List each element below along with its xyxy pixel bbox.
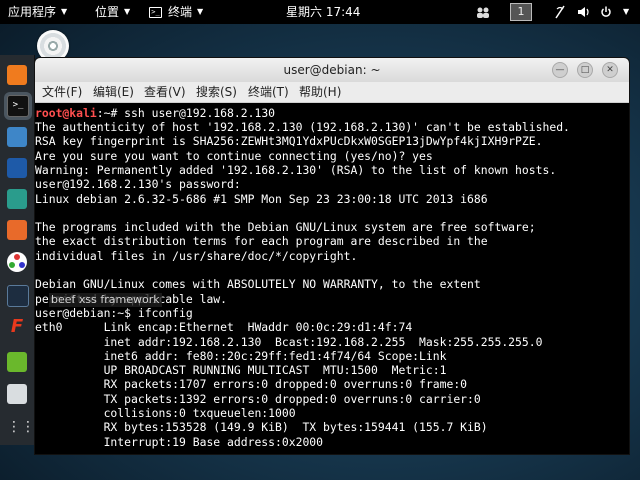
workspace-indicator[interactable]: 1 [510,3,532,21]
armitage-icon[interactable] [7,189,27,209]
window-titlebar[interactable]: user@debian: ~ — □ ✕ [35,58,629,83]
terminal-app-menu[interactable]: >_ 终端 ▼ [149,0,203,24]
menu-terminal[interactable]: 终端(T) [248,82,289,102]
menu-help[interactable]: 帮助(H) [299,82,341,102]
ssh-command: :~# ssh user@192.168.2.130 [96,106,276,120]
metasploit-icon[interactable] [7,158,27,178]
chevron-down-icon: ▼ [197,7,204,16]
terminal-icon[interactable]: >_ [7,95,29,117]
maximize-button[interactable]: □ [577,62,593,78]
window-title: user@debian: ~ [283,63,381,77]
terminal-line: collisions:0 txqueuelen:1000 [35,406,296,420]
clock[interactable]: 星期六 17:44 [286,0,360,24]
menu-view[interactable]: 查看(V) [144,82,186,102]
terminal-line: eth0 Link encap:Ethernet HWaddr 00:0c:29… [35,320,413,335]
root-prompt: root@kali [35,106,97,120]
system-menu[interactable]: ▼ [618,0,629,24]
screenshot-icon[interactable] [7,384,27,404]
show-apps-icon[interactable]: ⋮⋮⋮ [7,417,49,437]
terminal-line: inet addr:192.168.2.130 Bcast:192.168.2.… [35,334,543,349]
maltego-icon[interactable] [7,252,27,272]
terminal-line: RX packets:1707 errors:0 dropped:0 overr… [35,377,468,392]
places-label: 位置 [95,5,120,19]
files-icon[interactable] [7,127,27,147]
menu-edit[interactable]: 编辑(E) [93,82,134,102]
terminal-line: user@debian:~$ ifconfig [35,305,193,320]
terminal-icon: >_ [149,6,162,18]
volume-icon[interactable] [577,0,591,24]
places-menu[interactable]: 位置 ▼ [95,0,130,24]
terminal-line: Debian GNU/Linux comes with ABSOLUTELY N… [35,277,481,292]
terminal-line: user@192.168.2.130's password: [35,177,241,192]
terminal-line: the exact distribution terms for each pr… [35,234,488,249]
dock: >_ F ⋮⋮⋮ [0,55,49,445]
burpsuite-icon[interactable] [7,220,27,240]
terminal-line: Interrupt:19 Base address:0x2000 [35,434,324,449]
menu-file[interactable]: 文件(F) [42,82,82,102]
terminal-line: UP BROADCAST RUNNING MULTICAST MTU:1500 … [35,363,447,378]
terminal-app-label: 终端 [168,5,193,19]
terminal-line: Linux debian 2.6.32-5-686 #1 SMP Mon Sep… [35,191,488,206]
menubar: 文件(F) 编辑(E) 查看(V) 搜索(S) 终端(T) 帮助(H) [35,82,629,103]
terminal-line: The programs included with the Debian GN… [35,220,536,235]
terminal-window: user@debian: ~ — □ ✕ 文件(F) 编辑(E) 查看(V) 搜… [34,57,630,455]
terminal-line: RSA key fingerprint is SHA256:ZEWHt3MQ1Y… [35,134,543,149]
menu-search[interactable]: 搜索(S) [196,82,237,102]
chevron-down-icon: ▼ [623,7,630,16]
terminal-output[interactable]: root@kali:~# ssh user@192.168.2.130 The … [35,103,629,454]
close-button[interactable]: ✕ [602,62,618,78]
network-icon[interactable] [554,0,566,24]
clock-label: 星期六 17:44 [286,5,361,19]
applications-label: 应用程序 [8,5,57,19]
terminal-line: The authenticity of host '192.168.2.130 … [35,120,570,134]
terminal-line: Are you sure you want to continue connec… [35,148,433,163]
applications-menu[interactable]: 应用程序 ▼ [8,0,67,24]
beef-xss-icon[interactable] [7,285,29,307]
terminal-line: TX packets:1392 errors:0 dropped:0 overr… [35,391,481,406]
terminal-line: Warning: Permanently added '192.168.2.13… [35,162,557,177]
terminal-line: RX bytes:153528 (149.9 KiB) TX bytes:159… [35,420,488,435]
faraday-icon[interactable]: F [7,317,27,337]
terminal-line: inet6 addr: fe80::20c:29ff:fed1:4f74/64 … [35,348,447,363]
dock-tooltip: beef xss framework [49,293,162,307]
minimize-button[interactable]: — [552,62,568,78]
top-panel: 应用程序 ▼ 位置 ▼ >_ 终端 ▼ 星期六 17:44 1 ▼ [0,0,640,24]
terminal-line: root@kali:~# ssh user@192.168.2.130 [35,106,275,120]
firefox-icon[interactable] [7,65,27,85]
notes-icon[interactable] [7,352,27,372]
chevron-down-icon: ▼ [61,7,68,16]
terminal-line: individual files in /usr/share/doc/*/cop… [35,248,358,263]
chevron-down-icon: ▼ [124,7,131,16]
power-icon[interactable] [600,0,612,24]
people-icon[interactable] [476,0,490,24]
